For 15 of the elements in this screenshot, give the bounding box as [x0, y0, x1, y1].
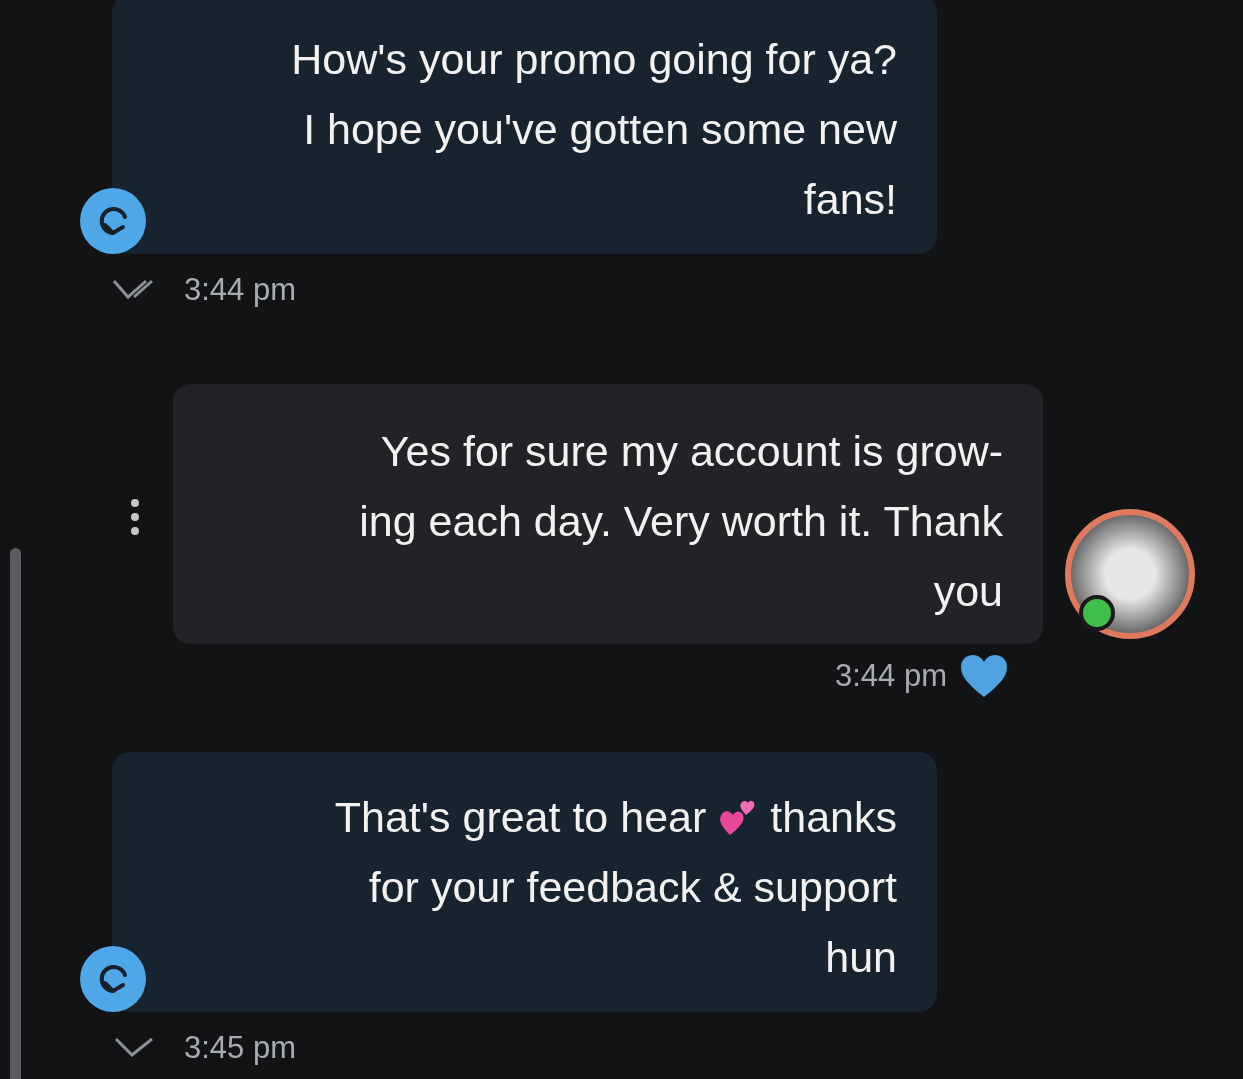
message-text: I hope you've gotten some new [303, 104, 897, 154]
timestamp: 3:44 pm [835, 658, 947, 694]
message-text: Yes for sure my account is grow- [380, 426, 1003, 476]
timestamp: 3:44 pm [184, 272, 296, 308]
message-text: How's your promo going for ya? [291, 34, 897, 84]
message-text: That's great to hear [334, 792, 707, 842]
message-text: ing each day. Very worth it. Thank [359, 496, 1003, 546]
scrollbar[interactable] [10, 548, 21, 1079]
message-text: hun [825, 932, 897, 982]
timestamp: 3:45 pm [184, 1030, 296, 1066]
message-text: you [933, 566, 1003, 616]
message-text: for your feedback & support [368, 862, 897, 912]
message-text: thanks [770, 792, 897, 842]
more-options-icon [129, 496, 141, 537]
message-text: fans! [803, 174, 897, 224]
